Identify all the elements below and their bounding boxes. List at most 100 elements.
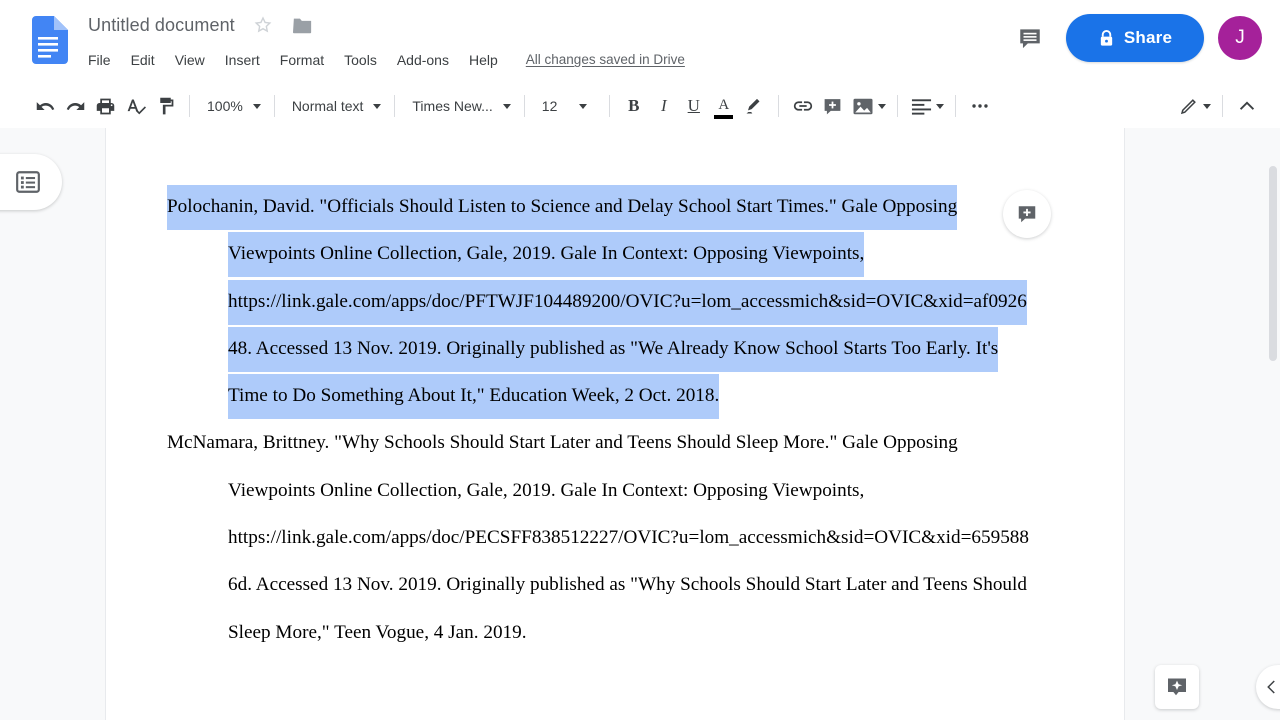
bold-button[interactable]: B	[619, 91, 649, 121]
menu-item-help[interactable]: Help	[459, 48, 508, 72]
citation-line-text: Time to Do Something About It," Educatio…	[228, 374, 720, 420]
align-button[interactable]	[907, 91, 946, 121]
citation-line-text: https://link.gale.com/apps/doc/PECSFF838…	[228, 527, 1029, 549]
citation-line[interactable]: Viewpoints Online Collection, Gale, 2019…	[167, 467, 1067, 514]
citation-line-text: Viewpoints Online Collection, Gale, 2019…	[228, 232, 865, 278]
citation-line-text: Viewpoints Online Collection, Gale, 2019…	[228, 479, 865, 501]
edit-pencil-icon	[1179, 96, 1199, 116]
avatar-initial: J	[1235, 27, 1245, 48]
paragraph-style-value: Normal text	[291, 98, 364, 114]
share-button[interactable]: Share	[1066, 14, 1204, 62]
more-options-icon[interactable]	[965, 91, 995, 121]
toolbar-divider	[896, 95, 898, 117]
chevron-down-icon	[373, 103, 382, 109]
chevron-down-icon	[252, 103, 261, 109]
insert-image-icon	[852, 97, 874, 116]
menu-item-tools[interactable]: Tools	[334, 48, 387, 72]
editing-mode-button[interactable]	[1175, 91, 1213, 121]
chevron-down-icon	[935, 103, 944, 109]
chevron-down-icon	[877, 103, 886, 109]
align-left-icon	[911, 97, 932, 115]
font-size-select[interactable]: 12	[534, 91, 600, 121]
spellcheck-icon[interactable]	[120, 91, 150, 121]
insert-image-button[interactable]	[848, 91, 888, 121]
add-comment-icon[interactable]	[818, 91, 848, 121]
font-family-select[interactable]: Times New...	[404, 91, 514, 121]
toolbar-divider	[608, 95, 610, 117]
toolbar-divider	[394, 95, 396, 117]
font-family-value: Times New...	[412, 98, 493, 114]
paragraph-style-select[interactable]: Normal text	[284, 91, 386, 121]
menu-bar: File Edit View Insert Format Tools Add-o…	[88, 48, 685, 72]
document-canvas[interactable]: Polochanin, David. "Officials Should Lis…	[0, 128, 1280, 720]
citation-line[interactable]: Sleep More," Teen Vogue, 4 Jan. 2019.	[167, 609, 1067, 656]
font-size-value: 12	[541, 98, 558, 114]
menu-item-addons[interactable]: Add-ons	[387, 48, 459, 72]
insert-link-icon[interactable]	[788, 91, 818, 121]
folder-icon[interactable]	[292, 16, 313, 35]
avatar[interactable]: J	[1218, 16, 1262, 60]
highlight-pen-icon[interactable]	[739, 91, 769, 121]
citation-line[interactable]: Time to Do Something About It," Educatio…	[167, 372, 1067, 420]
vertical-scrollbar[interactable]	[1269, 166, 1277, 361]
paint-format-icon[interactable]	[150, 91, 180, 121]
citation-line[interactable]: https://link.gale.com/apps/doc/PFTWJF104…	[167, 278, 1067, 325]
chevron-down-icon	[502, 103, 511, 109]
chevron-left-icon	[1263, 678, 1280, 696]
comment-history-icon[interactable]	[1008, 16, 1052, 60]
citation-line[interactable]: 6d. Accessed 13 Nov. 2019. Originally pu…	[167, 561, 1067, 608]
text-color-label: A	[718, 97, 730, 113]
header-actions: Share J	[1008, 14, 1262, 62]
menu-item-view[interactable]: View	[165, 48, 215, 72]
redo-icon[interactable]	[60, 91, 90, 121]
citation-line-text: https://link.gale.com/apps/doc/PFTWJF104…	[228, 279, 1027, 325]
print-icon[interactable]	[90, 91, 120, 121]
title-block: Untitled document	[88, 12, 327, 38]
text-color-swatch	[714, 115, 734, 119]
add-comment-bubble-icon	[1016, 203, 1038, 225]
citation-line[interactable]: https://link.gale.com/apps/doc/PECSFF838…	[167, 514, 1067, 561]
citation-line[interactable]: McNamara, Brittney. "Why Schools Should …	[167, 419, 1067, 466]
citation-line-text: Polochanin, David. "Officials Should Lis…	[167, 185, 958, 230]
menu-item-edit[interactable]: Edit	[121, 48, 165, 72]
chevron-up-icon[interactable]	[1232, 91, 1262, 121]
share-button-label: Share	[1123, 28, 1173, 47]
document-outline-toggle[interactable]	[0, 154, 62, 210]
toolbar-divider	[273, 95, 275, 117]
undo-icon[interactable]	[30, 91, 60, 121]
title-actions	[253, 15, 326, 35]
document-outline-icon	[15, 169, 41, 195]
chevron-down-icon	[1203, 103, 1211, 109]
document-text[interactable]: Polochanin, David. "Officials Should Lis…	[167, 183, 1067, 656]
text-color-button[interactable]: A	[709, 91, 739, 121]
collapse-sidebar-button[interactable]	[1256, 665, 1280, 709]
citation-line-text: 6d. Accessed 13 Nov. 2019. Originally pu…	[228, 574, 1027, 596]
citation-line-text: McNamara, Brittney. "Why Schools Should …	[167, 432, 958, 454]
save-status[interactable]: All changes saved in Drive	[526, 48, 685, 72]
add-comment-floating-button[interactable]	[1003, 190, 1051, 238]
menu-item-insert[interactable]: Insert	[215, 48, 270, 72]
toolbar-divider	[1222, 95, 1223, 117]
document-page[interactable]: Polochanin, David. "Officials Should Lis…	[105, 128, 1125, 720]
menu-item-file[interactable]: File	[88, 48, 121, 72]
page-title[interactable]: Untitled document	[88, 12, 235, 38]
chevron-down-icon	[579, 103, 588, 109]
underline-button[interactable]: U	[679, 91, 709, 121]
app-header: Untitled document File Edit View Insert …	[0, 0, 1280, 78]
menu-item-format[interactable]: Format	[270, 48, 334, 72]
star-outline-icon[interactable]	[253, 15, 273, 35]
zoom-value: 100%	[207, 98, 243, 114]
toolbar-divider	[189, 95, 190, 117]
docs-file-icon[interactable]	[28, 16, 68, 64]
citation-line[interactable]: 48. Accessed 13 Nov. 2019. Originally pu…	[167, 325, 1067, 372]
zoom-select[interactable]: 100%	[199, 91, 265, 121]
citation-line[interactable]: Polochanin, David. "Officials Should Lis…	[167, 183, 1067, 230]
explore-button[interactable]	[1155, 665, 1199, 709]
toolbar-right-group	[1175, 91, 1262, 121]
italic-button[interactable]: I	[649, 91, 679, 121]
citation-line[interactable]: Viewpoints Online Collection, Gale, 2019…	[167, 230, 1067, 278]
lock-icon	[1098, 29, 1115, 48]
formatting-toolbar: 100% Normal text Times New... 12 B I U A	[0, 84, 1280, 128]
toolbar-divider	[954, 95, 956, 117]
explore-sparkle-icon	[1165, 675, 1189, 699]
